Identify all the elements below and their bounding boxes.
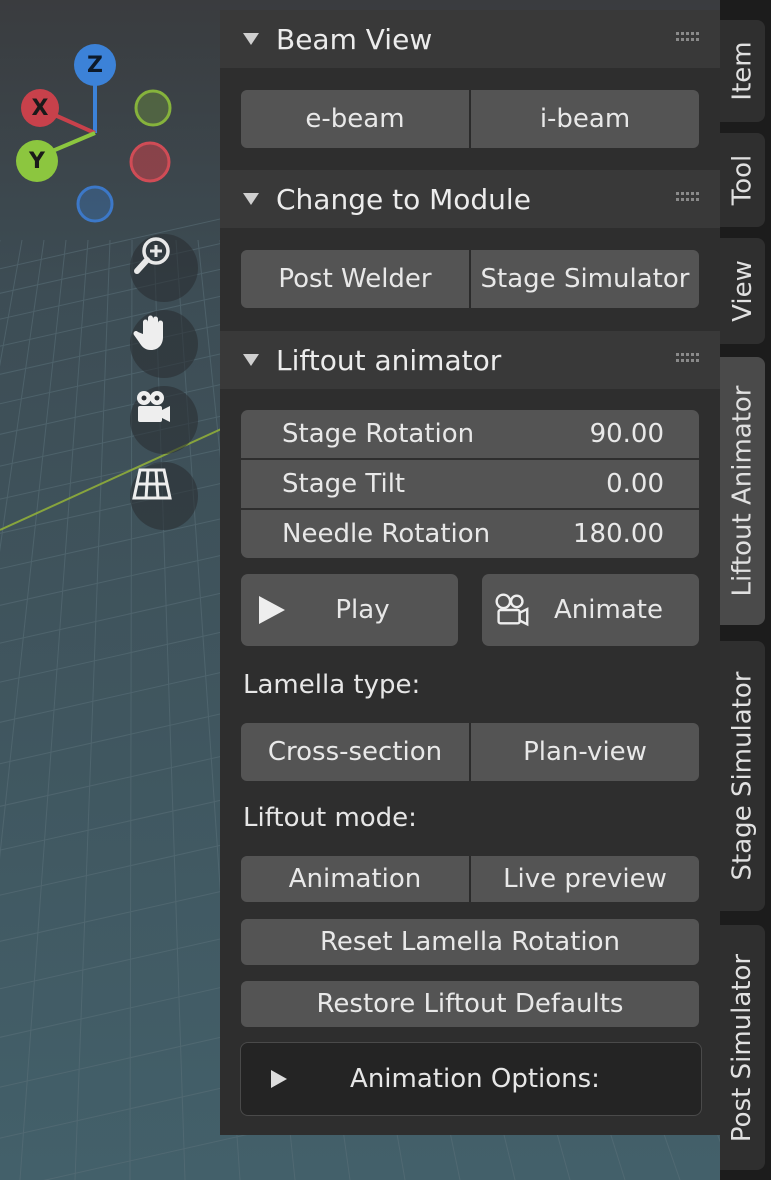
liftout-mode-label: Liftout mode: xyxy=(243,803,417,833)
camera-icon xyxy=(495,593,529,627)
tab-tool[interactable]: Tool xyxy=(720,133,765,227)
hand-icon xyxy=(133,315,163,350)
sidebar-panel: Beam View e-beam i-beam Change to Module… xyxy=(220,10,720,1135)
play-label: Play xyxy=(335,595,390,625)
field-value: 90.00 xyxy=(589,419,664,449)
z-axis-handle[interactable]: Z xyxy=(74,44,116,86)
pan-button[interactable] xyxy=(130,310,198,378)
expand-triangle-icon xyxy=(243,193,259,205)
tab-post-simulator[interactable]: Post Simulator xyxy=(720,925,765,1170)
tab-liftout-animator-label: Liftout Animator xyxy=(727,385,758,597)
animate-label: Animate xyxy=(554,595,663,625)
liftout-title: Liftout animator xyxy=(276,343,502,377)
tab-item[interactable]: Item xyxy=(720,20,765,122)
field-value: 180.00 xyxy=(573,519,664,549)
expand-triangle-icon xyxy=(243,33,259,45)
change-module-header[interactable]: Change to Module xyxy=(220,170,720,228)
change-module-title: Change to Module xyxy=(276,182,531,216)
reset-lamella-rotation-button[interactable]: Reset Lamella Rotation xyxy=(241,919,699,965)
camera-view-button[interactable] xyxy=(130,386,198,454)
grid-icon xyxy=(132,468,172,500)
drag-grip-icon[interactable] xyxy=(676,32,700,44)
field-label: Stage Rotation xyxy=(282,419,475,449)
animate-button[interactable]: Animate xyxy=(482,574,699,646)
tab-stage-simulator[interactable]: Stage Simulator xyxy=(720,641,765,911)
beam-view-header[interactable]: Beam View xyxy=(220,10,720,68)
sidebar-tabs: Item Tool View Liftout Animator Stage Si… xyxy=(720,0,771,1180)
tab-liftout-animator[interactable]: Liftout Animator xyxy=(720,357,765,625)
tab-tool-label: Tool xyxy=(727,154,758,206)
stage-rotation-field[interactable]: Stage Rotation 90.00 xyxy=(241,410,699,460)
animation-options-label: Animation Options: xyxy=(350,1064,600,1094)
z-axis-label: Z xyxy=(87,52,103,78)
y-axis-handle[interactable]: Y xyxy=(16,140,58,182)
post-welder-button[interactable]: Post Welder xyxy=(241,250,471,308)
field-value: 0.00 xyxy=(606,469,664,499)
tab-view[interactable]: View xyxy=(720,238,765,344)
liftout-fields: Stage Rotation 90.00 Stage Tilt 0.00 Nee… xyxy=(241,410,699,558)
restore-liftout-defaults-button[interactable]: Restore Liftout Defaults xyxy=(241,981,699,1027)
live-preview-option[interactable]: Live preview xyxy=(471,856,699,902)
x-axis-label: X xyxy=(31,95,49,121)
e-beam-button[interactable]: e-beam xyxy=(241,90,471,148)
play-icon xyxy=(259,596,285,624)
liftout-header[interactable]: Liftout animator xyxy=(220,331,720,389)
tab-stage-simulator-label: Stage Simulator xyxy=(727,671,758,881)
x-axis-handle[interactable]: X xyxy=(21,89,59,127)
liftout-mode-selector: Animation Live preview xyxy=(241,856,699,902)
expand-triangle-icon xyxy=(243,354,259,366)
plan-view-option[interactable]: Plan-view xyxy=(471,723,699,781)
lamella-type-label: Lamella type: xyxy=(243,670,421,700)
tab-view-label: View xyxy=(727,260,758,322)
zoom-icon xyxy=(134,237,170,274)
i-beam-button[interactable]: i-beam xyxy=(471,90,699,148)
cross-section-option[interactable]: Cross-section xyxy=(241,723,471,781)
lamella-type-selector: Cross-section Plan-view xyxy=(241,723,699,781)
tab-item-label: Item xyxy=(727,41,758,101)
change-module-buttons: Post Welder Stage Simulator xyxy=(241,250,699,308)
beam-view-title: Beam View xyxy=(276,22,433,56)
stage-simulator-button[interactable]: Stage Simulator xyxy=(471,250,699,308)
needle-rotation-field[interactable]: Needle Rotation 180.00 xyxy=(241,510,699,558)
stage-tilt-field[interactable]: Stage Tilt 0.00 xyxy=(241,460,699,510)
expand-arrow-icon xyxy=(271,1070,287,1088)
drag-grip-icon[interactable] xyxy=(676,192,700,204)
beam-view-buttons: e-beam i-beam xyxy=(241,90,699,148)
play-button[interactable]: Play xyxy=(241,574,458,646)
animation-option[interactable]: Animation xyxy=(241,856,471,902)
drag-grip-icon[interactable] xyxy=(676,353,700,365)
field-label: Stage Tilt xyxy=(282,469,406,499)
tab-post-simulator-label: Post Simulator xyxy=(727,953,758,1142)
zoom-button[interactable] xyxy=(130,234,198,302)
animation-options-subpanel[interactable]: Animation Options: xyxy=(240,1042,702,1116)
field-label: Needle Rotation xyxy=(282,519,491,549)
ortho-toggle-button[interactable] xyxy=(130,462,198,530)
y-axis-label: Y xyxy=(29,148,45,174)
camera-icon xyxy=(137,391,170,422)
